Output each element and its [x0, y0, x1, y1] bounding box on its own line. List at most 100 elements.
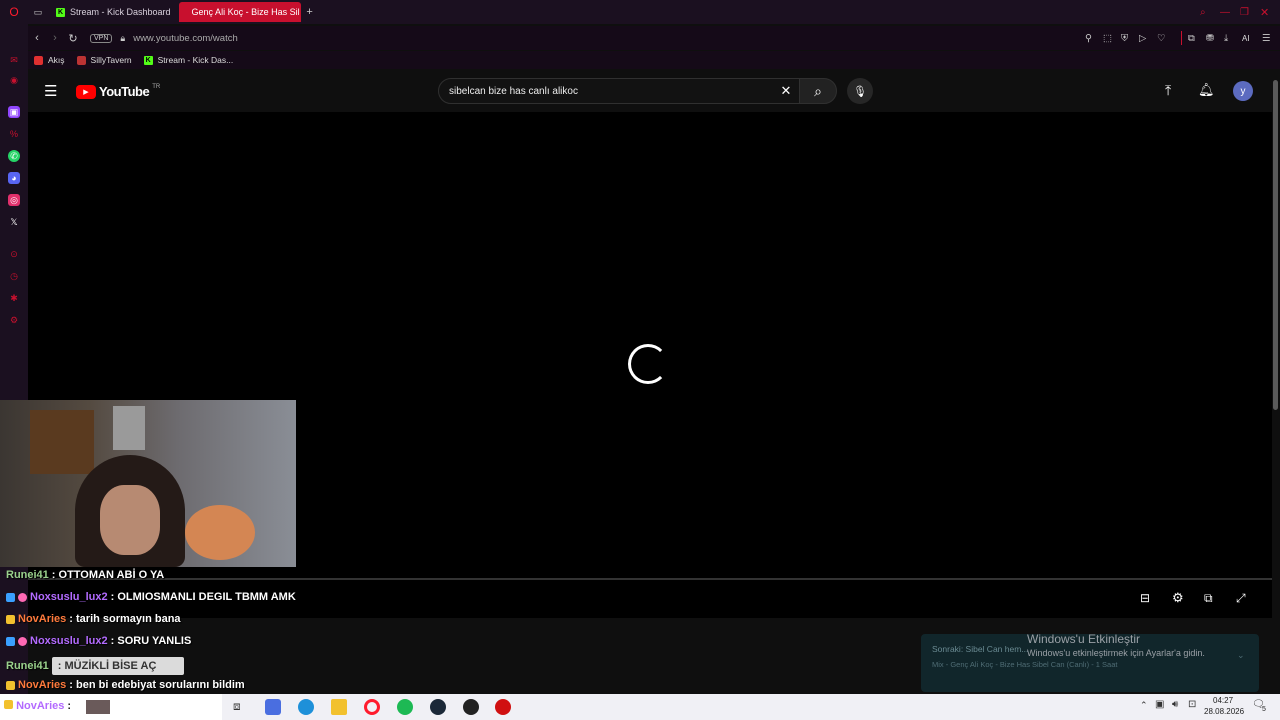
scrollbar-thumb[interactable]	[1273, 80, 1278, 410]
lock-icon[interactable]: 🔒︎	[120, 33, 125, 44]
edge-icon[interactable]	[298, 699, 314, 715]
microphone-icon: 🎙︎	[853, 85, 867, 98]
snapshot-icon[interactable]: ⬚	[1103, 33, 1121, 44]
app-icon[interactable]	[463, 699, 479, 715]
progress-bar[interactable]	[28, 578, 1272, 580]
page-scrollbar[interactable]	[1272, 72, 1280, 694]
url-field[interactable]: www.youtube.com/watch	[133, 33, 1085, 44]
crown-badge-icon	[6, 614, 15, 624]
search-input[interactable]: sibelcan bize has canlı alikoc ✕	[438, 78, 800, 104]
sidebar-discord-icon[interactable]: ◕	[8, 172, 20, 184]
clear-search-icon[interactable]: ✕	[773, 83, 799, 99]
close-window-button[interactable]: ✕	[1260, 6, 1280, 19]
sidebar-messenger-icon[interactable]: ◉	[8, 74, 20, 86]
poster-decoration	[113, 406, 145, 450]
crown-badge-icon	[4, 700, 13, 709]
bookmark-sillytavern[interactable]: SillyTavern	[76, 55, 132, 65]
akis-icon	[34, 55, 43, 65]
tray-network-icon[interactable]: ▣	[1155, 699, 1164, 710]
heart-badge-icon	[18, 592, 27, 602]
search-button[interactable]: ⌕	[799, 78, 837, 104]
plush-toy	[185, 505, 255, 560]
ai-button[interactable]: AI	[1242, 34, 1262, 43]
up-next-subtitle: Mix - Genç Ali Koç - Bize Has Sibel Can …	[932, 660, 1118, 669]
face-shape	[100, 485, 160, 555]
webcam-overlay	[0, 400, 296, 567]
tray-volume-icon[interactable]: 🔊︎	[1172, 699, 1178, 710]
file-explorer-icon[interactable]	[331, 699, 347, 715]
chevron-down-icon[interactable]: ⌄	[1237, 650, 1245, 661]
account-icon[interactable]: ⛃	[1206, 33, 1224, 44]
sidebar-extensions-icon[interactable]: ✱	[8, 292, 20, 304]
tab-overview-icon[interactable]: ▭	[28, 7, 48, 18]
pin-icon[interactable]: ⚲	[1085, 33, 1103, 44]
vpn-badge[interactable]: VPN	[90, 33, 113, 43]
sidebar-player-icon[interactable]: ⊙	[8, 248, 20, 260]
youtube-logo[interactable]: ▶ YouTube TR	[76, 84, 160, 99]
chat-message: Noxsuslu_lux2 : SORU YANLIS	[6, 635, 191, 647]
task-view-icon[interactable]: ⧈	[233, 699, 241, 714]
search-tabs-icon[interactable]: ⌕	[1200, 7, 1220, 18]
extensions-icon[interactable]: ⧉	[1188, 33, 1206, 44]
forward-icon[interactable]: ›	[46, 32, 64, 44]
reload-icon[interactable]: ↻	[64, 32, 82, 45]
teams-icon[interactable]	[265, 699, 281, 715]
notifications-bell-icon[interactable]: 🔔︎	[1198, 82, 1215, 98]
sidebar-twitch-icon[interactable]: ▣	[8, 106, 20, 118]
spotify-icon[interactable]	[397, 699, 413, 715]
download-icon[interactable]: ⤓	[1224, 33, 1242, 44]
browser-tab-bar: O ▭ K Stream - Kick Dashboard Genç Ali K…	[0, 0, 1280, 24]
hamburger-menu-icon[interactable]: ☰	[44, 82, 57, 100]
opera-logo-icon[interactable]: O	[0, 5, 28, 19]
new-tab-button[interactable]: +	[301, 6, 319, 18]
painting-decoration	[30, 410, 94, 474]
sidebar-settings-icon[interactable]: ⚙	[8, 314, 20, 326]
up-next-title: Sonraki: Sibel Can hem...	[932, 644, 1029, 654]
steam-icon[interactable]	[430, 699, 446, 715]
miniplayer-icon[interactable]: ⧉	[1204, 591, 1213, 606]
shield-icon[interactable]: ⛨	[1121, 33, 1139, 44]
subtitles-icon[interactable]: ⊟	[1140, 591, 1150, 605]
tab-youtube-video[interactable]: Genç Ali Koç - Bize Has Sil	[178, 2, 301, 22]
separator	[1181, 31, 1182, 45]
sidebar-instagram-icon[interactable]: ◎	[8, 194, 20, 206]
loading-spinner	[628, 344, 668, 384]
windows-activation-subtitle: Windows'u etkinleştirmek için Ayarlar'a …	[1027, 648, 1205, 658]
upload-icon[interactable]: ⤒	[1165, 82, 1171, 99]
badge-icon	[6, 592, 15, 602]
sidebar-percent-icon[interactable]: %	[8, 128, 20, 140]
recorder-icon[interactable]	[495, 699, 511, 715]
back-icon[interactable]: ‹	[28, 32, 46, 44]
fullscreen-icon[interactable]: ⤢	[1236, 591, 1246, 606]
avatar[interactable]: y	[1233, 81, 1253, 101]
kick-icon: K	[143, 55, 153, 65]
minimize-button[interactable]: —	[1220, 7, 1240, 18]
maximize-button[interactable]: ❐	[1240, 7, 1260, 18]
tray-chevron-up-icon[interactable]: ⌃	[1140, 700, 1148, 711]
heart-icon[interactable]: ♡	[1157, 33, 1175, 44]
chat-message: NovAries : ben bi edebiyat sorularını bi…	[6, 679, 245, 691]
sidebar-whatsapp-icon[interactable]: ✆	[8, 150, 20, 162]
settings-gear-icon[interactable]: ⚙	[1172, 590, 1184, 606]
sidebar-x-icon[interactable]: 𝕏	[8, 216, 20, 228]
kick-icon: K	[56, 7, 65, 17]
heart-badge-icon	[18, 636, 27, 646]
tray-display-icon[interactable]: ⊡	[1188, 699, 1196, 710]
chat-message: Noxsuslu_lux2 : OLMIOSMANLI DEGIL TBMM A…	[6, 591, 296, 603]
search-icon: ⌕	[814, 82, 822, 99]
play-icon[interactable]: ▷	[1139, 33, 1157, 44]
opera-taskbar-icon[interactable]	[364, 699, 380, 715]
sidebar-history-icon[interactable]: ◷	[8, 270, 20, 282]
clock-date[interactable]: 28.08.2026	[1204, 707, 1244, 716]
bookmark-akis[interactable]: Akış	[34, 55, 65, 65]
taskbar-search-box[interactable]: NovAries :	[0, 694, 222, 720]
address-bar: ‹ › ↻ VPN 🔒︎ www.youtube.com/watch ⚲ ⬚ ⛨…	[28, 26, 1280, 50]
taskbar-thumbnail	[86, 700, 110, 714]
menu-icon[interactable]: ☰	[1262, 33, 1280, 44]
clock-time[interactable]: 04:27	[1213, 696, 1233, 705]
tab-kick-dashboard[interactable]: K Stream - Kick Dashboard	[48, 2, 179, 22]
bookmark-kick-dashboard[interactable]: K Stream - Kick Das...	[143, 55, 233, 65]
sidebar-mail-icon[interactable]: ✉	[8, 54, 20, 66]
chat-message: Runei41 : OTTOMAN ABİ O YA	[6, 569, 165, 581]
voice-search-button[interactable]: 🎙︎	[847, 78, 873, 104]
